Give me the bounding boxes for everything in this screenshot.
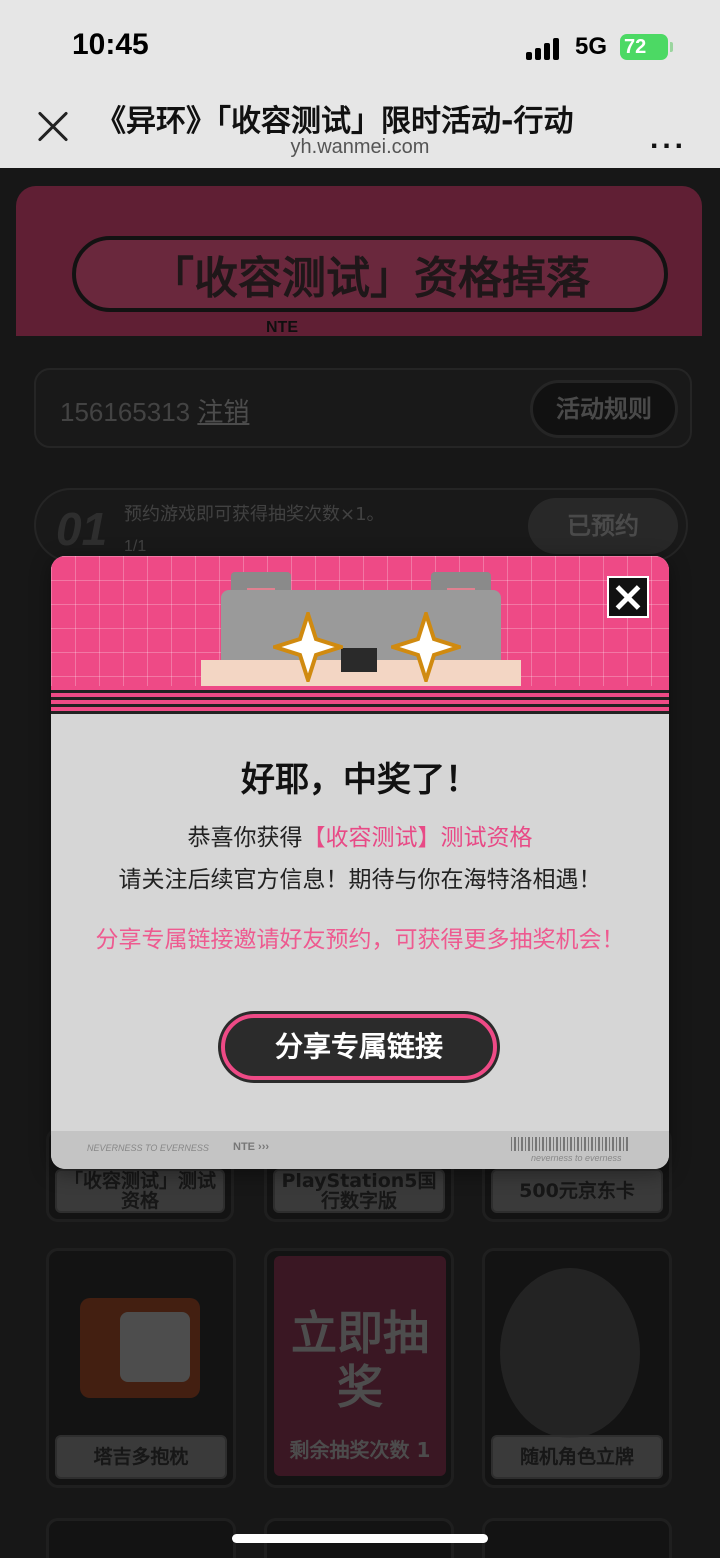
dialog-header: [51, 556, 669, 714]
win-dialog: 好耶，中奖了！ 恭喜你获得【收容测试】测试资格 请关注后续官方信息！期待与你在海…: [51, 556, 669, 1169]
home-indicator[interactable]: [232, 1534, 488, 1543]
sparkle-icon: [386, 607, 466, 687]
share-link-button[interactable]: 分享专属链接: [221, 1014, 497, 1080]
dialog-footer: NEVERNESS TO EVERNESS NTE ››› neverness …: [51, 1131, 669, 1169]
dialog-title: 好耶，中奖了！: [241, 760, 479, 800]
header-stripe: [51, 686, 669, 714]
screen: 10:45 5G 72 《异环》「收容测试」限时活动-行动 yh.wanmei.…: [0, 0, 720, 1558]
page-domain: yh.wanmei.com: [290, 136, 430, 158]
network-type: 5G: [575, 33, 608, 60]
battery-icon: 72: [620, 34, 673, 60]
browser-chrome: 10:45 5G 72 《异环》「收容测试」限时活动-行动 yh.wanmei.…: [0, 0, 720, 168]
signal-icon: [526, 38, 562, 60]
page-title: 《异环》「收容测试」限时活动-行动: [96, 104, 574, 139]
prize-prefix: 恭喜你获得: [187, 825, 303, 851]
footer-slogan: neverness to everness: [531, 1153, 622, 1163]
status-time: 10:45: [72, 28, 149, 61]
sparkle-icon: [268, 607, 348, 687]
footer-tagline: NEVERNESS TO EVERNESS: [87, 1143, 209, 1153]
barcode-icon: [511, 1137, 629, 1151]
dialog-message: 请关注后续官方信息！期待与你在海特洛相遇！: [118, 867, 602, 893]
cat-nose: [341, 648, 377, 672]
dialog-prize-line: 恭喜你获得【收容测试】测试资格: [51, 818, 669, 852]
footer-logo: NTE ›››: [233, 1141, 270, 1153]
share-tip: 分享专属链接邀请好友预约，可获得更多抽奖机会！: [95, 927, 625, 953]
more-icon[interactable]: ...: [650, 122, 687, 156]
dialog-close-icon[interactable]: [607, 576, 649, 618]
prize-name: 【收容测试】测试资格: [302, 825, 533, 851]
